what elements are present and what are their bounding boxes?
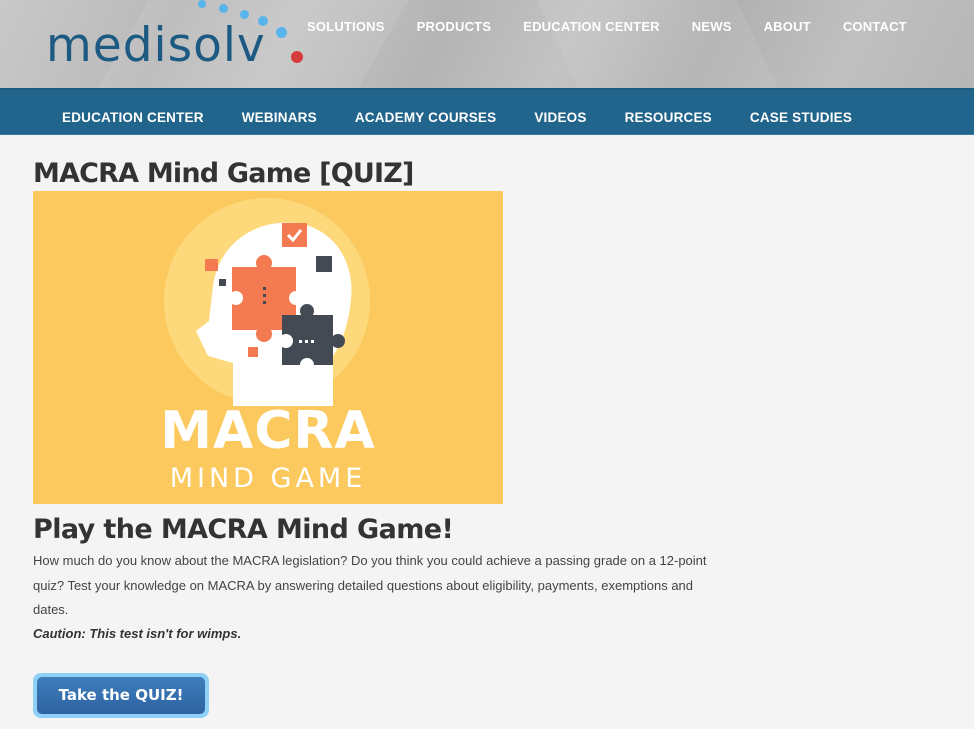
hero-image: MACRA MIND GAME xyxy=(33,191,503,504)
logo-dot-icon xyxy=(258,16,268,26)
caution-note: Caution: This test isn't for wimps. xyxy=(33,626,242,641)
decorative-square xyxy=(248,347,258,357)
section-title: Play the MACRA Mind Game! xyxy=(33,514,454,545)
top-nav: SOLUTIONS PRODUCTS EDUCATION CENTER NEWS… xyxy=(307,18,939,36)
sub-nav-resources[interactable]: RESOURCES xyxy=(625,110,712,126)
take-quiz-button[interactable]: Take the QUIZ! xyxy=(33,673,209,718)
top-nav-solutions[interactable]: SOLUTIONS xyxy=(307,18,385,36)
page-title: MACRA Mind Game [QUIZ] xyxy=(33,158,414,189)
logo-dot-icon xyxy=(198,0,206,8)
decorative-square xyxy=(205,259,218,271)
logo-dot-icon xyxy=(219,4,228,13)
site-header: medisolv SOLUTIONS PRODUCTS EDUCATION CE… xyxy=(0,0,974,88)
sub-nav-webinars[interactable]: WEBINARS xyxy=(242,110,317,126)
sub-nav-academy-courses[interactable]: ACADEMY COURSES xyxy=(355,110,497,126)
logo-wordmark: medisolv xyxy=(46,18,266,73)
sub-nav-case-studies[interactable]: CASE STUDIES xyxy=(750,110,852,126)
logo-dot-icon xyxy=(276,27,287,38)
top-nav-news[interactable]: NEWS xyxy=(692,18,732,36)
decorative-square xyxy=(219,279,226,286)
top-nav-about[interactable]: ABOUT xyxy=(764,18,811,36)
sub-nav-videos[interactable]: VIDEOS xyxy=(534,110,586,126)
education-sub-nav: EDUCATION CENTER WEBINARS ACADEMY COURSE… xyxy=(0,88,974,135)
sub-nav-education-center[interactable]: EDUCATION CENTER xyxy=(62,110,204,126)
top-nav-contact[interactable]: CONTACT xyxy=(843,18,907,36)
decorative-square xyxy=(316,256,332,272)
top-nav-education-center[interactable]: EDUCATION CENTER xyxy=(523,18,660,36)
take-quiz-button-label: Take the QUIZ! xyxy=(37,677,205,714)
hero-title: MACRA xyxy=(160,401,376,461)
header-background-facet xyxy=(532,0,788,88)
quiz-description: How much do you know about the MACRA leg… xyxy=(33,553,707,617)
logo-dot-icon xyxy=(240,10,249,19)
top-nav-products[interactable]: PRODUCTS xyxy=(417,18,492,36)
checkbox-icon xyxy=(282,223,307,247)
logo-dot-icon xyxy=(291,51,303,63)
hero-subtitle: MIND GAME xyxy=(169,463,367,494)
